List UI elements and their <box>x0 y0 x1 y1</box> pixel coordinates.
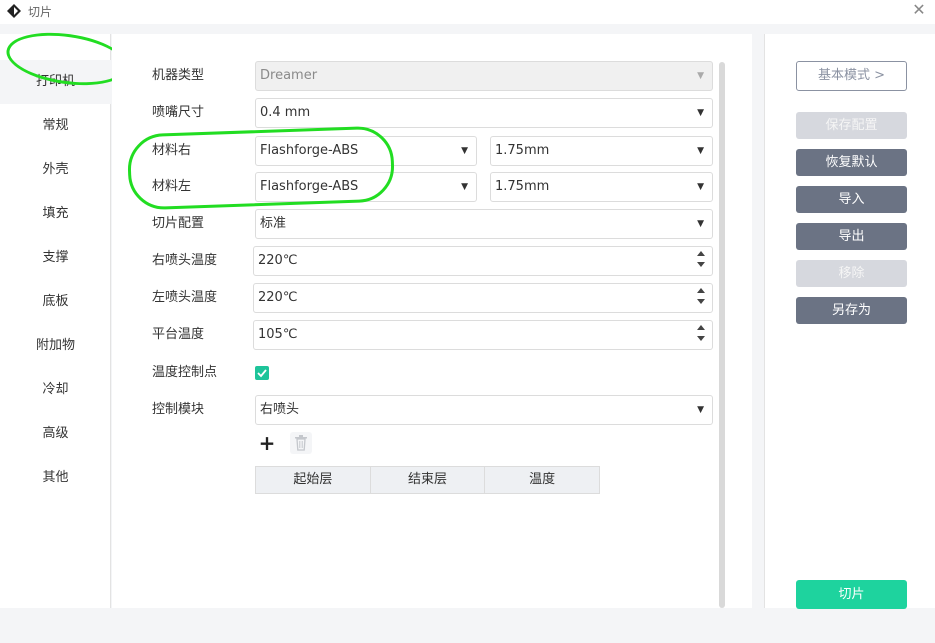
sidebar-item-additions[interactable]: 附加物 <box>0 324 111 368</box>
material-right-label: 材料右 <box>152 143 192 158</box>
sidebar-item-shell[interactable]: 外壳 <box>0 148 111 192</box>
trash-icon[interactable] <box>290 432 312 454</box>
temp-control-point-label: 温度控制点 <box>152 365 218 380</box>
right-nozzle-temp-value: 220℃ <box>258 253 298 268</box>
left-nozzle-temp-value: 220℃ <box>258 290 298 305</box>
column-start-layer: 起始层 <box>256 467 371 493</box>
control-module-label: 控制模块 <box>152 402 205 417</box>
right-nozzle-temp-label: 右喷头温度 <box>152 253 218 268</box>
chevron-down-icon: ▼ <box>697 405 704 415</box>
spin-arrows-icon[interactable] <box>697 325 705 345</box>
spin-arrows-icon[interactable] <box>697 288 705 308</box>
sidebar-item-support[interactable]: 支撑 <box>0 236 111 280</box>
left-nozzle-temp-label: 左喷头温度 <box>152 290 218 305</box>
temp-control-point-checkbox[interactable] <box>255 366 269 380</box>
sidebar-item-infill[interactable]: 填充 <box>0 192 111 236</box>
column-end-layer: 结束层 <box>371 467 486 493</box>
basic-mode-button[interactable]: 基本模式 > <box>796 61 907 91</box>
material-left-value: Flashforge-ABS <box>260 179 359 194</box>
platform-temp-value: 105℃ <box>258 327 298 342</box>
material-right-select[interactable]: Flashforge-ABS ▼ <box>255 136 477 166</box>
sidebar-item-advanced[interactable]: 高级 <box>0 412 111 456</box>
column-temperature: 温度 <box>529 472 556 487</box>
material-left-diameter-value: 1.75mm <box>495 179 550 194</box>
checkmark-icon <box>257 369 267 378</box>
remove-button[interactable]: 移除 <box>796 260 907 287</box>
restore-default-button[interactable]: 恢复默认 <box>796 149 907 176</box>
nozzle-size-label: 喷嘴尺寸 <box>152 105 205 120</box>
sidebar-item-cooling[interactable]: 冷却 <box>0 368 111 412</box>
platform-temp-label: 平台温度 <box>152 327 205 342</box>
temp-points-table-header: 起始层 结束层 温度 <box>255 466 600 494</box>
material-right-diameter-select[interactable]: 1.75mm ▼ <box>490 136 713 166</box>
window-title: 切片 <box>28 5 53 19</box>
import-button[interactable]: 导入 <box>796 186 907 213</box>
nozzle-size-select[interactable]: 0.4 mm ▼ <box>255 98 713 128</box>
nozzle-size-value: 0.4 mm <box>260 105 311 120</box>
chevron-down-icon: ▼ <box>697 219 704 229</box>
spin-arrows-icon[interactable] <box>697 251 705 271</box>
material-left-diameter-select[interactable]: 1.75mm ▼ <box>490 172 713 202</box>
chevron-down-icon: ▼ <box>461 182 468 192</box>
chevron-down-icon: ▼ <box>697 108 704 118</box>
chevron-down-icon: ▼ <box>697 182 704 192</box>
material-right-value: Flashforge-ABS <box>260 143 359 158</box>
slice-button[interactable]: 切片 <box>796 580 907 609</box>
add-icon[interactable]: + <box>256 432 278 454</box>
machine-type-label: 机器类型 <box>152 68 205 83</box>
material-left-select[interactable]: Flashforge-ABS ▼ <box>255 172 477 202</box>
chevron-down-icon: ▼ <box>697 146 704 156</box>
machine-type-value: Dreamer <box>260 68 318 83</box>
sidebar-item-base[interactable]: 底板 <box>0 280 111 324</box>
save-config-button[interactable]: 保存配置 <box>796 112 907 139</box>
export-button[interactable]: 导出 <box>796 223 907 250</box>
control-module-value: 右喷头 <box>260 402 300 417</box>
chevron-down-icon: ▼ <box>461 146 468 156</box>
slice-profile-value: 标准 <box>260 216 287 231</box>
left-nozzle-temp-spinbox[interactable]: 220℃ <box>253 283 713 313</box>
slice-profile-label: 切片配置 <box>152 216 205 231</box>
close-icon[interactable]: ✕ <box>909 1 929 21</box>
save-as-button[interactable]: 另存为 <box>796 297 907 324</box>
platform-temp-spinbox[interactable]: 105℃ <box>253 320 713 350</box>
chevron-down-icon: ▼ <box>697 71 704 81</box>
right-nozzle-temp-spinbox[interactable]: 220℃ <box>253 246 713 276</box>
material-right-diameter-value: 1.75mm <box>495 143 550 158</box>
material-left-label: 材料左 <box>152 179 192 194</box>
slice-profile-select[interactable]: 标准 ▼ <box>255 209 713 239</box>
control-module-select[interactable]: 右喷头 ▼ <box>255 395 713 425</box>
form-scrollbar[interactable] <box>719 62 725 608</box>
sidebar-item-other[interactable]: 其他 <box>0 456 111 500</box>
machine-type-select: Dreamer ▼ <box>255 61 713 91</box>
app-logo-icon <box>6 3 22 19</box>
sidebar-item-printer[interactable]: 打印机 <box>0 60 111 104</box>
title-bar: 切片 ✕ <box>0 0 935 24</box>
settings-sidebar: 打印机 常规 外壳 填充 支撑 底板 附加物 冷却 高级 其他 <box>0 34 111 608</box>
sidebar-item-general[interactable]: 常规 <box>0 104 111 148</box>
